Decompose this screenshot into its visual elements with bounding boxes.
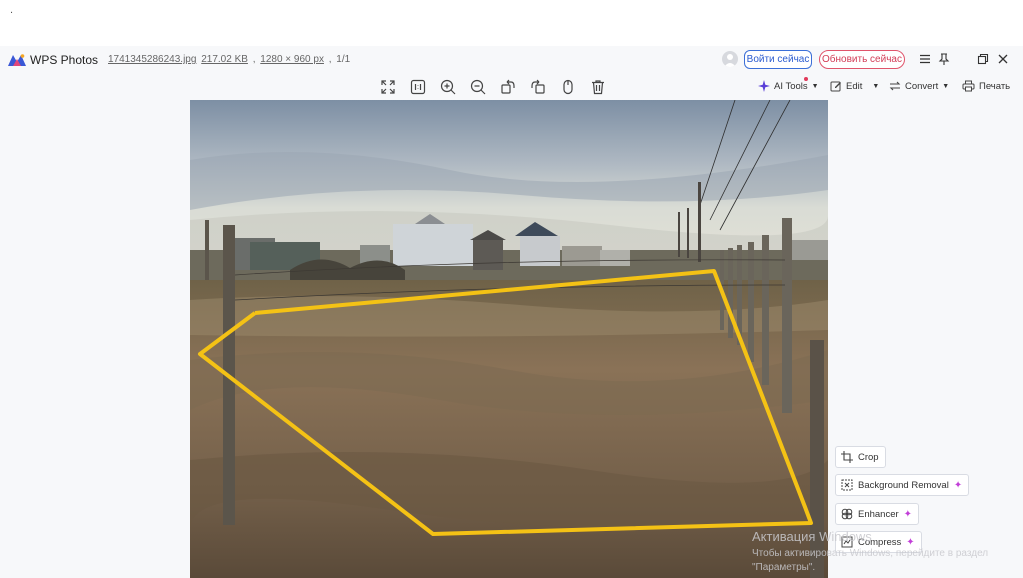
chevron-down-icon: ▼ bbox=[942, 82, 950, 90]
enhancer-button[interactable]: Enhancer ✦ bbox=[835, 503, 920, 525]
print-button[interactable]: Печать bbox=[962, 80, 1010, 92]
crop-icon bbox=[841, 451, 853, 463]
pin-icon[interactable] bbox=[937, 52, 951, 66]
user-icon bbox=[724, 54, 736, 67]
file-size[interactable]: 217.02 KB bbox=[201, 54, 248, 65]
image-stage: Crop Background Removal ✦ Enhancer ✦ Com… bbox=[0, 100, 1023, 578]
corner-dot: . bbox=[10, 4, 14, 16]
photo-land-plot[interactable] bbox=[190, 100, 828, 578]
background-removal-icon bbox=[841, 479, 853, 491]
background-removal-label: Background Removal bbox=[858, 479, 949, 491]
windows-activation-text: Чтобы активировать Windows, перейдите в … bbox=[752, 548, 989, 573]
avatar[interactable] bbox=[722, 51, 738, 67]
premium-sparkle-icon: ✦ bbox=[953, 479, 963, 491]
file-dimensions[interactable]: 1280 × 960 px bbox=[260, 54, 324, 65]
chevron-down-icon: ▼ bbox=[872, 82, 880, 90]
notification-dot bbox=[804, 77, 808, 81]
crop-button[interactable]: Crop bbox=[835, 446, 886, 468]
file-info: 1741345286243.jpg 217.02 KB , 1280 × 960… bbox=[108, 54, 351, 65]
delete-icon[interactable] bbox=[589, 78, 607, 96]
ai-sparkle-icon bbox=[758, 80, 770, 92]
title-bar: WPS Photos 1741345286243.jpg 217.02 KB ,… bbox=[0, 46, 1023, 74]
premium-sparkle-icon: ✦ bbox=[903, 508, 913, 520]
convert-icon bbox=[889, 81, 901, 91]
update-button[interactable]: Обновить сейчас bbox=[819, 50, 905, 69]
file-index: 1/1 bbox=[336, 54, 351, 65]
convert-label: Convert bbox=[905, 80, 939, 92]
zoom-out-icon[interactable] bbox=[469, 78, 487, 96]
convert-button[interactable]: Convert ▼ bbox=[889, 80, 949, 92]
toolbar: AI Tools ▼ Edit ▼ Convert ▼ Печать bbox=[0, 74, 1023, 100]
rotate-left-icon[interactable] bbox=[499, 78, 517, 96]
close-icon[interactable] bbox=[996, 52, 1010, 66]
edit-label: Edit bbox=[846, 80, 863, 92]
edit-icon bbox=[830, 81, 841, 92]
background-removal-button[interactable]: Background Removal ✦ bbox=[835, 474, 970, 496]
print-icon bbox=[962, 80, 975, 92]
zoom-in-icon[interactable] bbox=[439, 78, 457, 96]
print-label: Печать bbox=[979, 80, 1011, 92]
mouse-icon[interactable] bbox=[559, 78, 577, 96]
enhancer-icon bbox=[841, 508, 853, 520]
windows-activation-title: Активация Windows bbox=[752, 529, 872, 544]
file-name[interactable]: 1741345286243.jpg bbox=[108, 54, 196, 65]
edit-button[interactable]: Edit ▼ bbox=[830, 80, 879, 92]
ai-tools-button[interactable]: AI Tools ▼ bbox=[758, 77, 819, 92]
chevron-down-icon: ▼ bbox=[811, 82, 819, 90]
actual-size-icon[interactable] bbox=[409, 78, 427, 96]
login-button[interactable]: Войти сейчас bbox=[744, 50, 812, 69]
app-title: WPS Photos bbox=[30, 53, 99, 67]
wps-photos-logo-icon bbox=[8, 54, 26, 66]
menu-icon[interactable] bbox=[918, 52, 932, 66]
premium-sparkle-icon: ✦ bbox=[906, 536, 915, 548]
rotate-right-icon[interactable] bbox=[529, 78, 547, 96]
crop-label: Crop bbox=[858, 451, 879, 463]
enhancer-label: Enhancer bbox=[858, 508, 899, 520]
ai-tools-label: AI Tools bbox=[774, 80, 808, 92]
fit-screen-icon[interactable] bbox=[379, 78, 397, 96]
restore-icon[interactable] bbox=[976, 52, 990, 66]
